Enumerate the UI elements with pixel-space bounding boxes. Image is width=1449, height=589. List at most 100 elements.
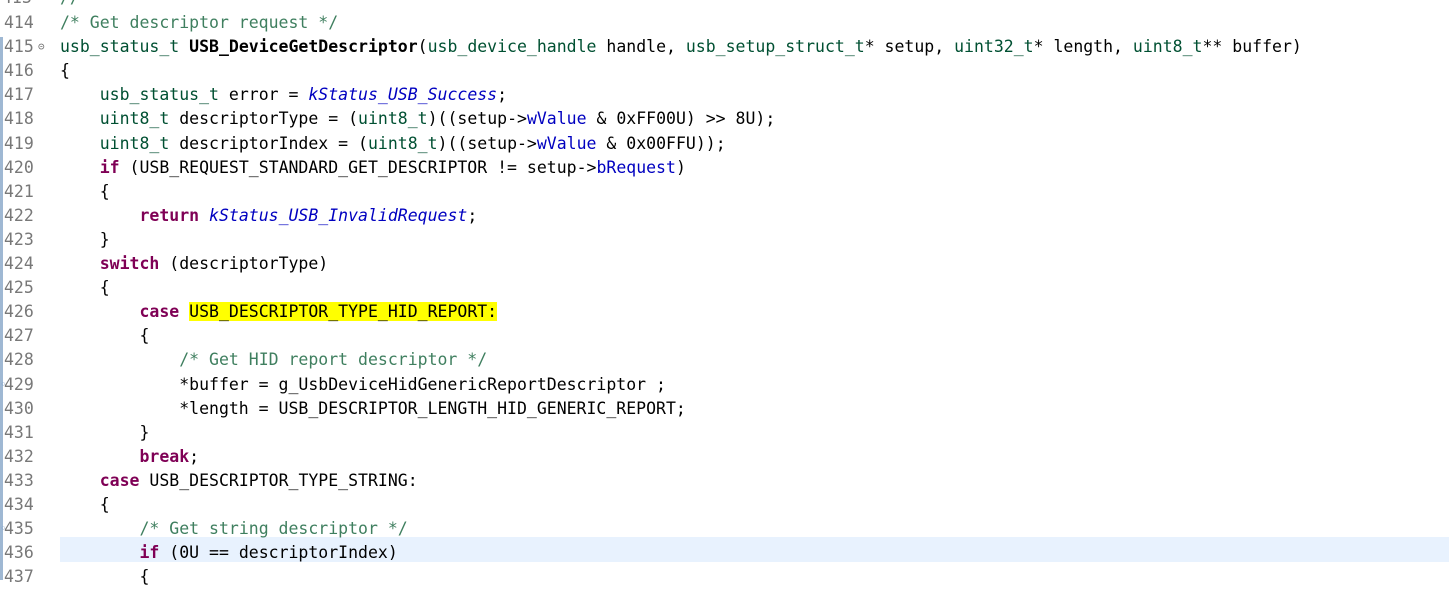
line-number-gutter[interactable]: 435 ◦: [0, 517, 56, 541]
code-text[interactable]: /* Get descriptor request */: [60, 11, 338, 35]
code-line[interactable]: 434 {: [0, 493, 1449, 517]
code-line[interactable]: 422 return kStatus_USB_InvalidRequest;: [0, 204, 1449, 228]
line-number-gutter[interactable]: 429 ◦: [0, 373, 56, 397]
code-line[interactable]: 424 switch (descriptorType): [0, 252, 1449, 276]
code-line[interactable]: 418 uint8_t descriptorType = (uint8_t)((…: [0, 107, 1449, 131]
code-line[interactable]: 420 if (USB_REQUEST_STANDARD_GET_DESCRIP…: [0, 156, 1449, 180]
line-number-gutter[interactable]: 426: [4, 300, 56, 324]
code-line[interactable]: 427 {: [0, 324, 1449, 348]
line-number-gutter[interactable]: 437: [4, 565, 56, 589]
code-text[interactable]: switch (descriptorType): [60, 252, 329, 276]
code-text[interactable]: }: [60, 228, 110, 252]
code-text[interactable]: }: [60, 421, 149, 445]
line-number: 423: [4, 229, 34, 249]
code-text[interactable]: case USB_DESCRIPTOR_TYPE_HID_REPORT:: [60, 300, 498, 324]
line-number-gutter[interactable]: 432: [4, 445, 56, 469]
line-number-gutter[interactable]: 415 ⊝: [4, 35, 56, 59]
line-number-gutter[interactable]: 422: [4, 204, 56, 228]
code-text[interactable]: usb_status_t error = kStatus_USB_Success…: [60, 83, 507, 107]
line-number: 415: [4, 37, 34, 57]
line-number-gutter[interactable]: 418: [4, 107, 56, 131]
line-number-gutter[interactable]: 419: [4, 132, 56, 156]
line-number-gutter[interactable]: 416: [4, 59, 56, 83]
line-number-gutter[interactable]: 427: [4, 324, 56, 348]
code-line[interactable]: 437 {: [0, 565, 1449, 589]
code-line[interactable]: 426 case USB_DESCRIPTOR_TYPE_HID_REPORT:: [0, 300, 1449, 324]
line-number: 428: [4, 350, 34, 370]
code-text[interactable]: /* Get HID report descriptor */: [60, 348, 487, 372]
fold-collapse-icon[interactable]: ⊝: [38, 35, 45, 59]
line-number-gutter[interactable]: 414: [4, 11, 56, 35]
separator-comment: //--------------------------------------…: [60, 0, 1024, 7]
code-token: *buffer = g_UsbDeviceHidGenericReportDes…: [60, 374, 666, 394]
code-token: /* Get string descriptor */: [139, 519, 408, 539]
code-line[interactable]: 431 }: [0, 421, 1449, 445]
code-text[interactable]: if (0U == descriptorIndex): [60, 541, 398, 565]
code-line[interactable]: 414 /* Get descriptor request */: [0, 11, 1449, 35]
code-line[interactable]: 436 if (0U == descriptorIndex): [0, 541, 1449, 565]
code-text[interactable]: {: [60, 276, 110, 300]
line-number: 430: [4, 398, 34, 418]
code-line[interactable]: 432 break;: [0, 445, 1449, 469]
line-number-gutter[interactable]: 428: [4, 348, 56, 372]
code-token: wValue: [536, 133, 597, 153]
code-text[interactable]: *length = USB_DESCRIPTOR_LENGTH_HID_GENE…: [60, 397, 686, 421]
code-line[interactable]: 433 case USB_DESCRIPTOR_TYPE_STRING:: [0, 469, 1449, 493]
line-number-gutter[interactable]: 431: [4, 421, 56, 445]
code-line[interactable]: 419 uint8_t descriptorIndex = (uint8_t)(…: [0, 132, 1449, 156]
code-text[interactable]: case USB_DESCRIPTOR_TYPE_STRING:: [60, 469, 418, 493]
code-line[interactable]: 423 }: [0, 228, 1449, 252]
code-text[interactable]: /* Get string descriptor */: [60, 517, 408, 541]
code-text[interactable]: if (USB_REQUEST_STANDARD_GET_DESCRIPTOR …: [60, 156, 686, 180]
code-token: (0U == descriptorIndex): [159, 543, 398, 563]
code-token: {: [60, 278, 110, 298]
line-number-gutter[interactable]: 420: [4, 156, 56, 180]
code-line[interactable]: 417 usb_status_t error = kStatus_USB_Suc…: [0, 83, 1449, 107]
code-text[interactable]: uint8_t descriptorIndex = (uint8_t)((set…: [60, 132, 726, 156]
code-token: }: [60, 229, 110, 249]
code-line[interactable]: 435 ◦ /* Get string descriptor */: [0, 517, 1449, 541]
search-highlight: USB_DESCRIPTOR_TYPE_HID_REPORT:: [189, 302, 498, 322]
line-number: 429: [4, 374, 34, 394]
code-line[interactable]: 425 {: [0, 276, 1449, 300]
code-line[interactable]: 421 {: [0, 180, 1449, 204]
line-number-gutter[interactable]: 436: [4, 541, 56, 565]
code-text[interactable]: {: [60, 493, 110, 517]
line-number-gutter[interactable]: 417: [4, 83, 56, 107]
code-text[interactable]: uint8_t descriptorType = (uint8_t)((setu…: [60, 107, 776, 131]
code-text[interactable]: *buffer = g_UsbDeviceHidGenericReportDes…: [60, 373, 666, 397]
code-token: {: [60, 567, 150, 587]
line-number-gutter[interactable]: 424: [4, 252, 56, 276]
code-text[interactable]: {: [60, 59, 70, 83]
line-number-gutter[interactable]: 423: [4, 228, 56, 252]
line-number-gutter[interactable]: 421: [4, 180, 56, 204]
code-token: kStatus_USB_InvalidRequest: [209, 205, 468, 225]
code-text[interactable]: {: [60, 180, 110, 204]
line-number: 417: [4, 85, 34, 105]
code-editor[interactable]: 413 //----------------------------------…: [0, 0, 1449, 586]
code-line[interactable]: 430 *length = USB_DESCRIPTOR_LENGTH_HID_…: [0, 397, 1449, 421]
line-number: 436: [4, 543, 34, 563]
separator-line-number: 413: [2, 0, 32, 7]
line-number-gutter[interactable]: 425: [4, 276, 56, 300]
code-text[interactable]: usb_status_t USB_DeviceGetDescriptor(usb…: [60, 35, 1302, 59]
code-line[interactable]: 415 ⊝ usb_status_t USB_DeviceGetDescriptor…: [0, 35, 1449, 59]
code-text[interactable]: {: [60, 324, 149, 348]
code-token: switch: [99, 254, 160, 273]
code-text[interactable]: return kStatus_USB_InvalidRequest;: [60, 204, 477, 228]
line-number-gutter[interactable]: 434: [4, 493, 56, 517]
code-token: }: [60, 422, 150, 442]
code-text[interactable]: break;: [60, 445, 199, 469]
line-number-gutter[interactable]: 433: [4, 469, 56, 493]
code-line[interactable]: 428 /* Get HID report descriptor */: [0, 348, 1449, 372]
code-text[interactable]: {: [60, 565, 149, 589]
code-line[interactable]: 416 {: [0, 59, 1449, 83]
line-number: 414: [4, 13, 34, 32]
line-number-gutter[interactable]: 430: [4, 397, 56, 421]
code-line[interactable]: 429 ◦ *buffer = g_UsbDeviceHidGenericRepo…: [0, 373, 1449, 397]
